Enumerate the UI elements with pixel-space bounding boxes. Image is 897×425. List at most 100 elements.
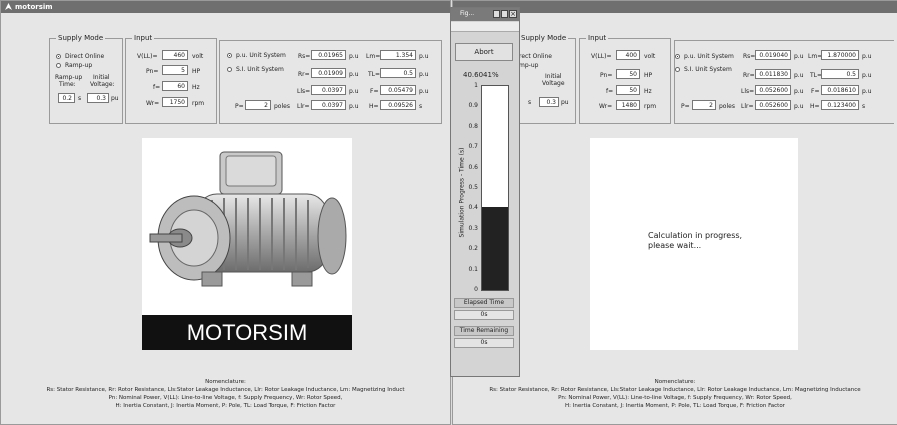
motor-image-panel: MOTORSIM — [142, 138, 352, 350]
right-vll-label: V(LL)= — [591, 53, 612, 60]
si-unit-label: S.I. Unit System — [236, 66, 284, 73]
right-wr-input[interactable]: 1480 — [616, 100, 640, 110]
app-logo-icon — [5, 3, 12, 10]
input-group: Input — [125, 34, 217, 124]
f-unit: Hz — [192, 84, 200, 91]
initial-voltage-input[interactable]: 0.3 — [87, 93, 109, 103]
left-motorsim-window: motorsim Supply Mode Direct Online Ramp-… — [0, 0, 451, 425]
wr-input[interactable]: 1750 — [162, 97, 188, 107]
lls-unit: p.u — [349, 88, 359, 95]
right-pu-unit-radio[interactable] — [675, 54, 680, 59]
lls-input[interactable]: 0.0397 — [311, 85, 346, 95]
pu-unit-radio[interactable] — [227, 53, 232, 58]
rr-input[interactable]: 0.01909 — [311, 68, 346, 78]
right-rs-input[interactable]: 0.019040 — [755, 50, 791, 60]
elapsed-time-label: Elapsed Time — [454, 298, 514, 308]
calc-line-2: please wait... — [648, 241, 702, 250]
progress-tick-label: 0.4 — [468, 204, 478, 212]
initial-voltage-unit: pu — [111, 95, 119, 102]
wr-label: Wr= — [146, 100, 160, 107]
right-initial-voltage-input[interactable]: 0.3 — [539, 97, 559, 107]
llr-label: Llr= — [297, 103, 310, 110]
input-legend: Input — [134, 34, 153, 42]
right-si-unit-radio[interactable] — [675, 67, 680, 72]
supply-mode-legend: Supply Mode — [58, 34, 104, 42]
ff-unit: p.u — [419, 88, 429, 95]
time-remaining-label: Time Remaining — [454, 326, 514, 336]
progress-titlebar[interactable]: Fig... × — [451, 8, 519, 21]
rampup-time-label-2: Time: — [59, 81, 76, 88]
rr-unit: p.u — [349, 71, 359, 78]
calc-line-1: Calculation in progress, — [648, 231, 743, 240]
left-titlebar[interactable]: motorsim — [1, 1, 450, 13]
calculation-panel: Calculation in progress, please wait... — [590, 138, 798, 350]
ff-input[interactable]: 0.05479 — [380, 85, 416, 95]
motor-illustration — [149, 151, 347, 287]
vll-input[interactable]: 460 — [162, 50, 188, 60]
rampup-label: Ramp-up — [65, 62, 93, 69]
figure-menu-bar[interactable] — [451, 22, 519, 32]
p-input[interactable]: 2 — [245, 100, 271, 110]
pn-input[interactable]: 5 — [162, 65, 188, 75]
llr-input[interactable]: 0.0397 — [311, 100, 346, 110]
lm-unit: p.u — [419, 53, 429, 60]
rampup-radio[interactable] — [56, 63, 61, 68]
si-unit-radio[interactable] — [227, 67, 232, 72]
maximize-button[interactable] — [501, 10, 508, 18]
pu-unit-label: p.u. Unit System — [236, 52, 286, 59]
right-h-input[interactable]: 0.123400 — [821, 100, 859, 110]
right-rr-input[interactable]: 0.011830 — [755, 69, 791, 79]
lm-label: Lm= — [366, 53, 381, 60]
f-input[interactable]: 60 — [162, 81, 188, 91]
close-button[interactable]: × — [509, 10, 517, 18]
right-tl-unit: p.u — [862, 72, 872, 79]
abort-button[interactable]: Abort — [455, 43, 513, 61]
rampup-time-unit: s — [78, 95, 82, 102]
right-llr-label: Llr= — [741, 103, 754, 110]
progress-window: Fig... × Abort 40.6041% Simulation Progr… — [450, 7, 520, 377]
right-tl-input[interactable]: 0.5 — [821, 69, 859, 79]
right-vll-input[interactable]: 400 — [616, 50, 640, 60]
right-input-legend: Input — [588, 34, 607, 42]
rs-input[interactable]: 0.01965 — [311, 50, 346, 60]
right-llr-input[interactable]: 0.052600 — [755, 100, 791, 110]
progress-bar-fill — [482, 207, 508, 290]
vll-unit: volt — [192, 53, 204, 60]
right-f-unit: Hz — [644, 88, 652, 95]
right-vll-unit: volt — [644, 53, 656, 60]
lm-input[interactable]: 1.354 — [380, 50, 416, 60]
tl-input[interactable]: 0.5 — [380, 68, 416, 78]
nomenclature-line-3: H: Inertia Constant, J: Inertia Moment, … — [115, 403, 336, 409]
nomenclature-line-2: Pn: Nominal Power, V(LL): Line-to-line V… — [108, 395, 343, 401]
minimize-button[interactable] — [493, 10, 500, 18]
right-pu-unit-label: p.u. Unit System — [684, 53, 734, 60]
p-unit: poles — [274, 103, 290, 110]
right-h-label: H= — [810, 103, 820, 110]
right-lls-input[interactable]: 0.052600 — [755, 85, 791, 95]
right-p-label: P= — [681, 103, 690, 110]
progress-tick-label: 1 — [474, 82, 478, 89]
right-rampup-label: mp-up — [519, 62, 539, 69]
progress-tick-label: 0.1 — [468, 265, 478, 273]
right-pn-label: Pn= — [600, 72, 613, 79]
direct-online-radio[interactable] — [56, 54, 61, 59]
rampup-time-input[interactable]: 0.2 — [58, 93, 75, 103]
motorsim-banner: MOTORSIM — [142, 315, 352, 350]
right-rr-label: Rr= — [743, 72, 755, 79]
right-initial-voltage-label-2: Voltage — [542, 80, 565, 87]
right-p-unit: poles — [719, 103, 735, 110]
right-ff-input[interactable]: 0.018610 — [821, 85, 859, 95]
right-f-input[interactable]: 50 — [616, 85, 640, 95]
right-f-label: f= — [606, 88, 614, 95]
f-label: f= — [153, 84, 161, 91]
right-lm-unit: p.u — [862, 53, 872, 60]
initial-voltage-label-2: Voltage: — [90, 81, 115, 88]
h-input[interactable]: 0.09526 — [380, 100, 416, 110]
right-lls-unit: p.u — [794, 88, 804, 95]
progress-tick-label: 0.2 — [468, 245, 478, 253]
right-lm-input[interactable]: 1.870000 — [821, 50, 859, 60]
progress-tick-label: 0.5 — [468, 184, 478, 191]
right-pn-input[interactable]: 50 — [616, 69, 640, 79]
rs-unit: p.u — [349, 53, 359, 60]
right-p-input[interactable]: 2 — [692, 100, 716, 110]
